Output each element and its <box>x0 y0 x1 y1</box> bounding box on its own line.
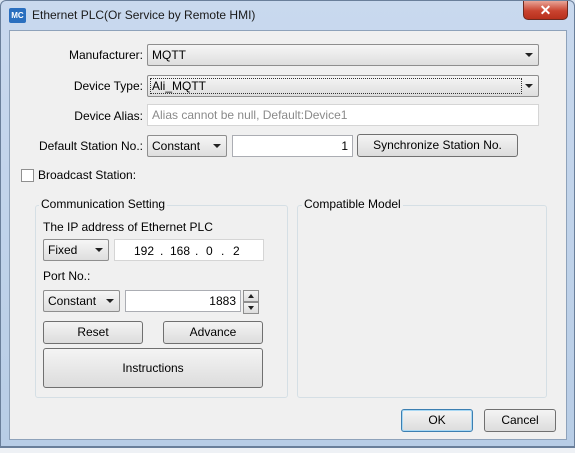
chevron-down-icon <box>213 144 221 148</box>
communication-group-title: Communication Setting <box>39 197 168 211</box>
ip-address-input[interactable]: 192 . 168 . 0 . 2 <box>114 239 264 261</box>
manufacturer-value: MQTT <box>152 48 186 62</box>
station-mode-value: Constant <box>152 139 201 153</box>
port-label: Port No.: <box>43 269 91 283</box>
ok-button[interactable]: OK <box>401 409 473 432</box>
ip-dot-3: . <box>221 244 225 258</box>
manufacturer-select[interactable]: MQTT <box>147 44 539 66</box>
chevron-down-icon <box>525 84 533 88</box>
ip-mode-select[interactable]: Fixed <box>43 239 109 261</box>
cancel-button[interactable]: Cancel <box>484 409 556 432</box>
reset-button[interactable]: Reset <box>43 321 143 344</box>
compatible-model-group <box>297 205 547 398</box>
broadcast-label: Broadcast Station: <box>38 168 137 182</box>
ip-mode-value: Fixed <box>48 243 78 257</box>
dialog-client-area: Manufacturer: MQTT Device Type: Ali_MQTT… <box>9 30 567 440</box>
synchronize-station-button[interactable]: Synchronize Station No. <box>357 134 518 157</box>
station-number-input[interactable]: 1 <box>232 135 353 157</box>
advance-button[interactable]: Advance <box>163 321 263 344</box>
ip-dot-1: . <box>160 244 164 258</box>
ip-octet-3[interactable]: 0 <box>206 244 213 258</box>
background-strip <box>0 447 575 453</box>
dialog-window: MC Ethernet PLC(Or Service by Remote HMI… <box>0 0 575 447</box>
focus-rect <box>150 78 522 94</box>
chevron-down-icon <box>95 248 103 252</box>
spin-down-icon[interactable] <box>243 302 259 314</box>
device-type-label: Device Type: <box>73 79 143 93</box>
chevron-down-icon <box>106 299 114 303</box>
spin-up-icon[interactable] <box>243 290 259 302</box>
ip-octet-1[interactable]: 192 <box>134 244 154 258</box>
chevron-down-icon <box>525 53 533 57</box>
ip-octet-2[interactable]: 168 <box>170 244 190 258</box>
station-mode-select[interactable]: Constant <box>147 135 227 157</box>
device-alias-input[interactable]: Alias cannot be null, Default:Device1 <box>147 104 539 126</box>
port-mode-select[interactable]: Constant <box>43 290 120 312</box>
manufacturer-label: Manufacturer: <box>68 48 143 62</box>
port-mode-value: Constant <box>48 294 97 308</box>
title-bar[interactable]: MC Ethernet PLC(Or Service by Remote HMI… <box>1 1 574 29</box>
port-spinner[interactable] <box>243 290 259 314</box>
device-type-select[interactable]: Ali_MQTT <box>147 75 539 97</box>
port-input[interactable]: 1883 <box>125 290 241 312</box>
app-icon: MC <box>9 8 26 23</box>
ip-dot-2: . <box>195 244 199 258</box>
ip-octet-4[interactable]: 2 <box>233 244 240 258</box>
window-title: Ethernet PLC(Or Service by Remote HMI) <box>32 8 256 22</box>
compatible-model-title: Compatible Model <box>302 197 403 211</box>
close-button[interactable]: ✕ <box>523 1 568 20</box>
broadcast-checkbox[interactable] <box>21 169 34 182</box>
default-station-label: Default Station No.: <box>38 139 143 153</box>
device-alias-label: Device Alias: <box>74 109 143 123</box>
instructions-button[interactable]: Instructions <box>43 348 263 388</box>
ip-address-label: The IP address of Ethernet PLC <box>43 220 213 234</box>
